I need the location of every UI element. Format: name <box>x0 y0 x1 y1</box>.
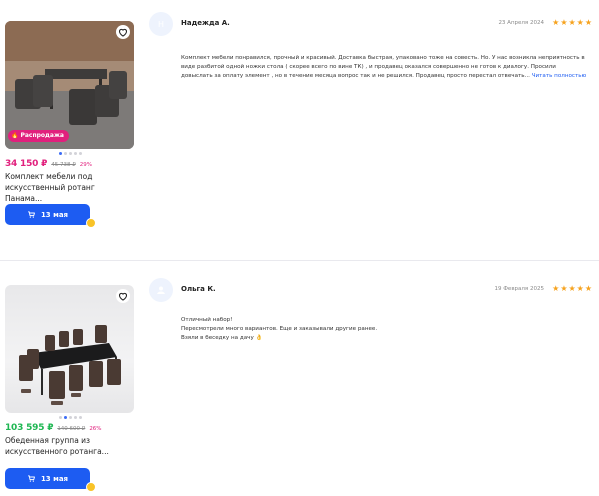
discount-percent: 29% <box>79 162 92 168</box>
product-block: 103 595 ₽ 140 600 ₽ 26% Обеденная группа… <box>5 285 135 492</box>
review-card: 103 595 ₽ 140 600 ₽ 26% Обеденная группа… <box>0 261 599 496</box>
old-price: 140 600 ₽ <box>57 426 86 432</box>
pagination-dot[interactable] <box>68 416 72 419</box>
user-icon <box>157 286 165 294</box>
review-text: Отличный набор! Пересмотрели много вариа… <box>181 316 589 343</box>
pagination-dot[interactable] <box>68 152 72 155</box>
review-text-line: Взяли в беседку на дачу 👌 <box>181 335 263 341</box>
add-to-cart-button[interactable]: 13 мая <box>5 204 90 225</box>
star-icon: ★ <box>576 18 584 27</box>
price-row: 103 595 ₽ 140 600 ₽ 26% <box>5 423 135 433</box>
cart-icon <box>28 475 35 482</box>
furniture-illustration <box>19 325 121 405</box>
review-date: 19 Февраля 2025 <box>494 286 544 292</box>
sale-badge: 🔥 Распродажа <box>8 130 69 142</box>
image-pagination-dots[interactable] <box>5 152 135 155</box>
star-icon: ★ <box>552 18 560 27</box>
star-icon: ★ <box>584 18 592 27</box>
star-icon: ★ <box>552 284 560 293</box>
delivery-date: 13 мая <box>40 210 69 219</box>
current-price: 103 595 ₽ <box>5 423 54 433</box>
sale-badge-label: Распродажа <box>20 132 64 139</box>
pagination-dot[interactable] <box>63 152 67 155</box>
review-author: Ольга К. <box>181 285 216 293</box>
review-card: 🔥 Распродажа 34 150 ₽ 45 738 ₽ 29% Компл… <box>0 0 599 260</box>
rating-stars: ★ ★ ★ ★ ★ <box>552 19 592 27</box>
rating-stars: ★ ★ ★ ★ ★ <box>552 285 592 293</box>
review-text-line: Отличный набор! <box>181 317 233 323</box>
pagination-dot[interactable] <box>78 152 82 155</box>
star-icon: ★ <box>568 284 576 293</box>
discount-percent: 26% <box>89 426 102 432</box>
product-title[interactable]: Комплект мебели под искусственный ротанг… <box>5 171 133 204</box>
star-icon: ★ <box>560 18 568 27</box>
review-text-line: Пересмотрели много вариантов. Еще и зака… <box>181 326 378 332</box>
product-title-line: Комплект мебели под <box>5 172 93 181</box>
review-date: 23 Апреля 2024 <box>498 20 544 26</box>
cart-icon <box>28 211 35 218</box>
product-block: 🔥 Распродажа 34 150 ₽ 45 738 ₽ 29% Компл… <box>5 21 135 228</box>
heart-outline-icon[interactable] <box>116 25 130 39</box>
bonus-badge-icon <box>86 482 96 492</box>
add-to-cart-button[interactable]: 13 мая <box>5 468 90 489</box>
review-text: Комплект мебели понравился, прочный и кр… <box>181 54 589 81</box>
bonus-badge-icon <box>86 218 96 228</box>
current-price: 34 150 ₽ <box>5 159 48 169</box>
product-title-line: искусственного ротанга... <box>5 447 109 456</box>
price-row: 34 150 ₽ 45 738 ₽ 29% <box>5 159 135 169</box>
avatar <box>149 278 173 302</box>
product-title[interactable]: Обеденная группа из искусственного ротан… <box>5 435 133 457</box>
star-icon: ★ <box>584 284 592 293</box>
star-icon: ★ <box>576 284 584 293</box>
review-author: Надежда А. <box>181 19 230 27</box>
read-more-link[interactable]: Читать полностью <box>532 73 587 79</box>
pagination-dot[interactable] <box>73 152 77 155</box>
star-icon: ★ <box>568 18 576 27</box>
fire-icon: 🔥 <box>11 132 19 139</box>
product-image[interactable] <box>5 285 134 413</box>
heart-outline-icon[interactable] <box>116 289 130 303</box>
product-image[interactable]: 🔥 Распродажа <box>5 21 134 149</box>
product-title-line: искусственный ротанг Панама... <box>5 183 95 203</box>
avatar: Н <box>149 12 173 36</box>
pagination-dot[interactable] <box>58 152 62 155</box>
pagination-dot[interactable] <box>78 416 82 419</box>
old-price: 45 738 ₽ <box>51 162 76 168</box>
delivery-date: 13 мая <box>40 474 69 483</box>
star-icon: ★ <box>560 284 568 293</box>
pagination-dot[interactable] <box>63 416 67 419</box>
avatar-letter: Н <box>157 19 164 29</box>
image-pagination-dots[interactable] <box>5 416 135 419</box>
pagination-dot[interactable] <box>58 416 62 419</box>
review-text-body: Комплект мебели понравился, прочный и кр… <box>181 55 585 79</box>
product-title-line: Обеденная группа из <box>5 436 91 445</box>
pagination-dot[interactable] <box>73 416 77 419</box>
